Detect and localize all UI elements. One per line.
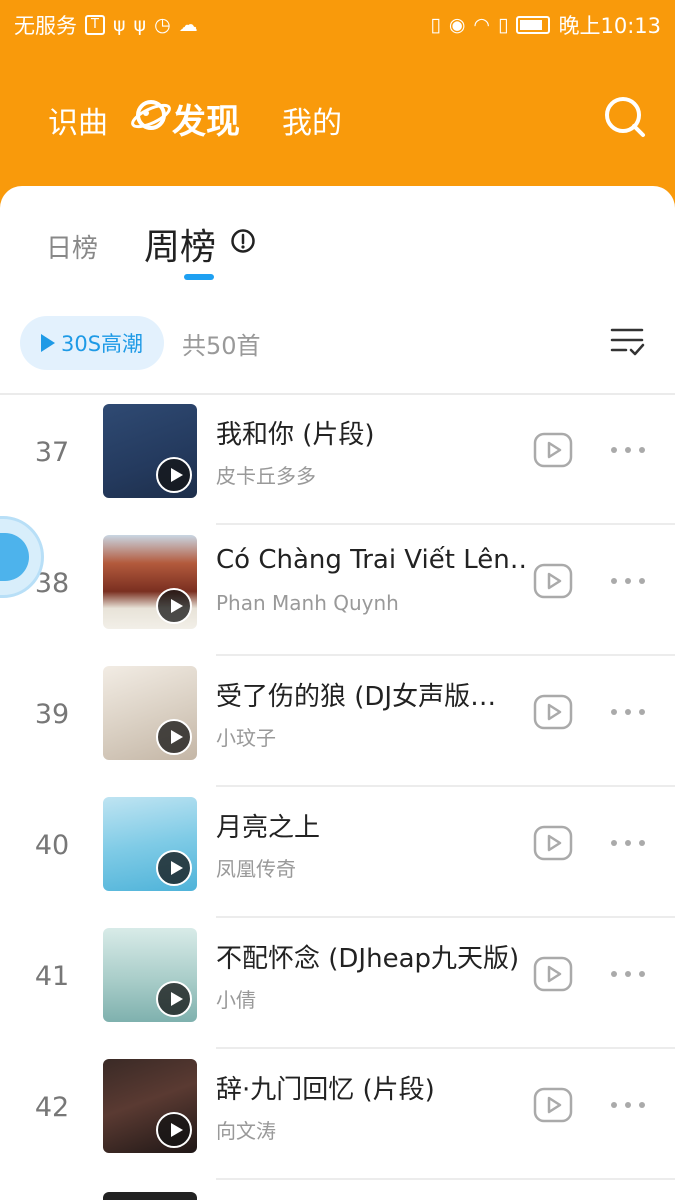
- song-artist[interactable]: 小玟子: [216, 722, 516, 751]
- song-row[interactable]: 41 不配怀念 (DJheap九天版) 小倩: [0, 918, 675, 1049]
- status-bar: 无服务 T ψ ψ ◷ ☁ ▯ ◉ ◠ ▯ 晚上10:13: [0, 0, 675, 48]
- song-row[interactable]: 42 辞·九门回忆 (片段) 向文涛: [0, 1049, 675, 1180]
- cloud-icon: ☁: [178, 14, 198, 36]
- status-left: 无服务 T ψ ψ ◷ ☁: [14, 10, 198, 40]
- song-title[interactable]: 不配怀念 (DJheap九天版): [216, 938, 526, 975]
- tab-weekly[interactable]: 周榜: [144, 218, 216, 270]
- song-artist[interactable]: 向文涛: [216, 1115, 516, 1144]
- song-rank: 37: [34, 437, 70, 468]
- vibrate-icon: ▯: [430, 14, 441, 36]
- song-cover[interactable]: [103, 535, 197, 629]
- nav-mine[interactable]: 我的: [282, 98, 342, 142]
- more-horizontal-icon[interactable]: [606, 962, 650, 986]
- song-row[interactable]: 38 Có Chàng Trai Viết Lên… Phan Manh Quy…: [0, 525, 675, 656]
- song-count: 共50首: [182, 332, 261, 360]
- song-list: 37 我和你 (片段) 皮卡丘多多 38 Có Chàng Trai Viết …: [0, 394, 675, 1180]
- song-title[interactable]: 辞·九门回忆 (片段): [216, 1069, 526, 1106]
- song-title[interactable]: 月亮之上: [216, 807, 526, 844]
- nav-identify[interactable]: 识曲: [48, 98, 108, 142]
- row-divider: [216, 1178, 675, 1180]
- active-tab-indicator: [184, 274, 214, 280]
- eye-comfort-icon: ◉: [448, 14, 466, 36]
- song-rank: 39: [34, 699, 70, 730]
- cover-play-icon[interactable]: [156, 588, 192, 624]
- song-row[interactable]: 39 受了伤的狼 (DJ女声版… 小玟子: [0, 656, 675, 787]
- filter-list-icon[interactable]: [610, 324, 646, 360]
- song-cover[interactable]: [103, 666, 197, 760]
- tab-daily[interactable]: 日榜: [46, 228, 98, 265]
- music-note-icon: [0, 533, 29, 581]
- song-cover[interactable]: [103, 404, 197, 498]
- usb-debug-icon: ψ: [133, 14, 147, 36]
- play-outline-icon[interactable]: [533, 432, 573, 468]
- play-outline-icon[interactable]: [533, 825, 573, 861]
- play-triangle-icon: [40, 334, 55, 352]
- more-horizontal-icon[interactable]: [606, 438, 650, 462]
- song-artist[interactable]: 皮卡丘多多: [216, 460, 516, 489]
- song-cover[interactable]: [103, 928, 197, 1022]
- more-horizontal-icon[interactable]: [606, 569, 650, 593]
- usb-icon: ψ: [113, 14, 126, 36]
- song-title[interactable]: 受了伤的狼 (DJ女声版…: [216, 676, 526, 713]
- carrier-label: 无服务: [14, 14, 77, 38]
- wifi-icon: ◠: [473, 14, 490, 36]
- cover-play-icon[interactable]: [156, 719, 192, 755]
- battery-icon: [516, 16, 551, 34]
- notification-t-icon: T: [85, 15, 105, 35]
- status-right: ▯ ◉ ◠ ▯ 晚上10:13: [430, 10, 661, 40]
- search-icon[interactable]: [600, 92, 648, 140]
- more-horizontal-icon[interactable]: [606, 831, 650, 855]
- nav-discover[interactable]: 发现: [172, 94, 240, 143]
- preview-30s-button[interactable]: 30S高潮: [20, 316, 164, 370]
- play-outline-icon[interactable]: [533, 563, 573, 599]
- more-horizontal-icon[interactable]: [606, 700, 650, 724]
- play-outline-icon[interactable]: [533, 1087, 573, 1123]
- song-title[interactable]: 我和你 (片段): [216, 414, 526, 451]
- song-row[interactable]: 37 我和你 (片段) 皮卡丘多多: [0, 394, 675, 525]
- song-artist[interactable]: 小倩: [216, 984, 516, 1013]
- play-outline-icon[interactable]: [533, 956, 573, 992]
- song-cover[interactable]: [103, 797, 197, 891]
- app-header: 识曲 发现 我的: [0, 48, 675, 208]
- song-row[interactable]: 40 月亮之上 凤凰传奇: [0, 787, 675, 918]
- next-song-cover-peek: [103, 1192, 197, 1200]
- cover-play-icon[interactable]: [156, 981, 192, 1017]
- play-outline-icon[interactable]: [533, 694, 573, 730]
- sim-icon: ▯: [498, 14, 509, 36]
- song-rank: 41: [34, 961, 70, 992]
- song-title[interactable]: Có Chàng Trai Viết Lên…: [216, 545, 526, 575]
- song-rank: 40: [34, 830, 70, 861]
- song-artist[interactable]: 凤凰传奇: [216, 853, 516, 882]
- preview-label: 30S高潮: [60, 332, 144, 356]
- song-cover[interactable]: [103, 1059, 197, 1153]
- clock-time: 晚上10:13: [558, 14, 661, 38]
- song-rank: 42: [34, 1092, 70, 1123]
- chart-card: 日榜 周榜 30S高潮 共50首 37 我和你 (片段) 皮卡丘多多 38 Có…: [0, 186, 675, 1200]
- cover-play-icon[interactable]: [156, 457, 192, 493]
- more-horizontal-icon[interactable]: [606, 1093, 650, 1117]
- info-icon[interactable]: [230, 228, 256, 254]
- discover-planet-icon: [131, 100, 171, 130]
- cover-play-icon[interactable]: [156, 1112, 192, 1148]
- alarm-icon: ◷: [154, 14, 171, 36]
- cover-play-icon[interactable]: [156, 850, 192, 886]
- song-artist[interactable]: Phan Manh Quynh: [216, 591, 516, 615]
